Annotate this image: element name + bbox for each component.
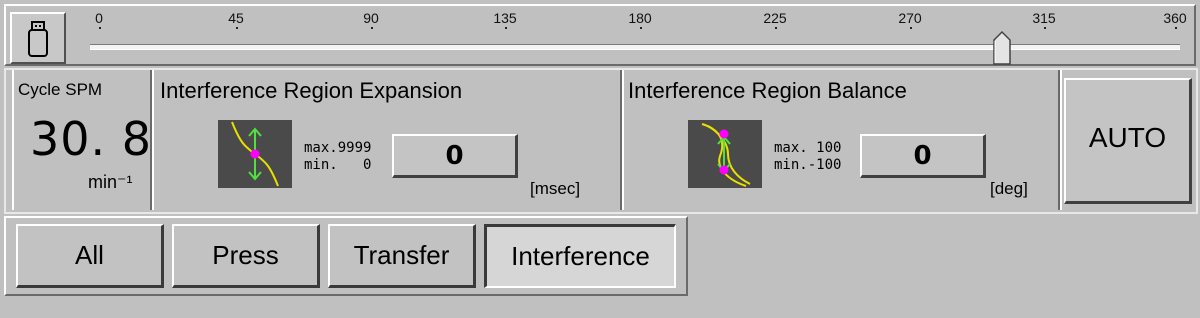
tab-interference[interactable]: Interference [484,224,676,288]
tab-all[interactable]: All [16,224,164,288]
slider-thumb[interactable] [992,30,1012,66]
cycle-spm-unit: min⁻¹ [88,172,133,192]
tick-label-225: 225 [763,10,787,26]
cycle-spm-title: Cycle SPM [18,80,103,99]
tick-label-135: 135 [493,10,517,26]
tick-mark [99,27,101,29]
tab-press[interactable]: Press [172,224,320,288]
expansion-unit: [msec] [530,179,581,198]
tick-mark [910,27,912,29]
tick-mark [775,27,777,29]
expansion-title: Interference Region Expansion [160,78,463,103]
tick-mark [371,27,373,29]
slider-track[interactable] [90,44,1180,50]
tick-mark [1044,27,1046,29]
tick-mark [505,27,507,29]
tick-label-360: 360 [1163,10,1187,26]
balance-curve-icon [688,120,762,188]
tick-label-0: 0 [95,10,103,26]
tick-label-45: 45 [228,10,244,26]
cycle-spm-value: 30. 8 [30,112,153,166]
expansion-limits: max.9999 min. 0 [304,140,372,173]
angle-scale: 0 45 90 135 180 225 270 315 360 [0,0,1200,70]
balance-unit: [deg] [990,179,1028,198]
expansion-value-field[interactable]: 0 [392,134,518,178]
tick-mark [1175,27,1177,29]
tick-label-315: 315 [1032,10,1056,26]
auto-button[interactable]: AUTO [1064,78,1192,204]
balance-title: Interference Region Balance [628,78,907,103]
tick-label-180: 180 [628,10,652,26]
tick-label-90: 90 [363,10,379,26]
tick-mark [640,27,642,29]
divider [1060,70,1062,210]
tab-transfer[interactable]: Transfer [328,224,476,288]
tick-label-270: 270 [898,10,922,26]
tick-mark [236,27,238,29]
expansion-curve-icon [218,120,292,188]
balance-limits: max. 100 min.-100 [774,140,842,173]
balance-value-field[interactable]: 0 [860,134,986,178]
